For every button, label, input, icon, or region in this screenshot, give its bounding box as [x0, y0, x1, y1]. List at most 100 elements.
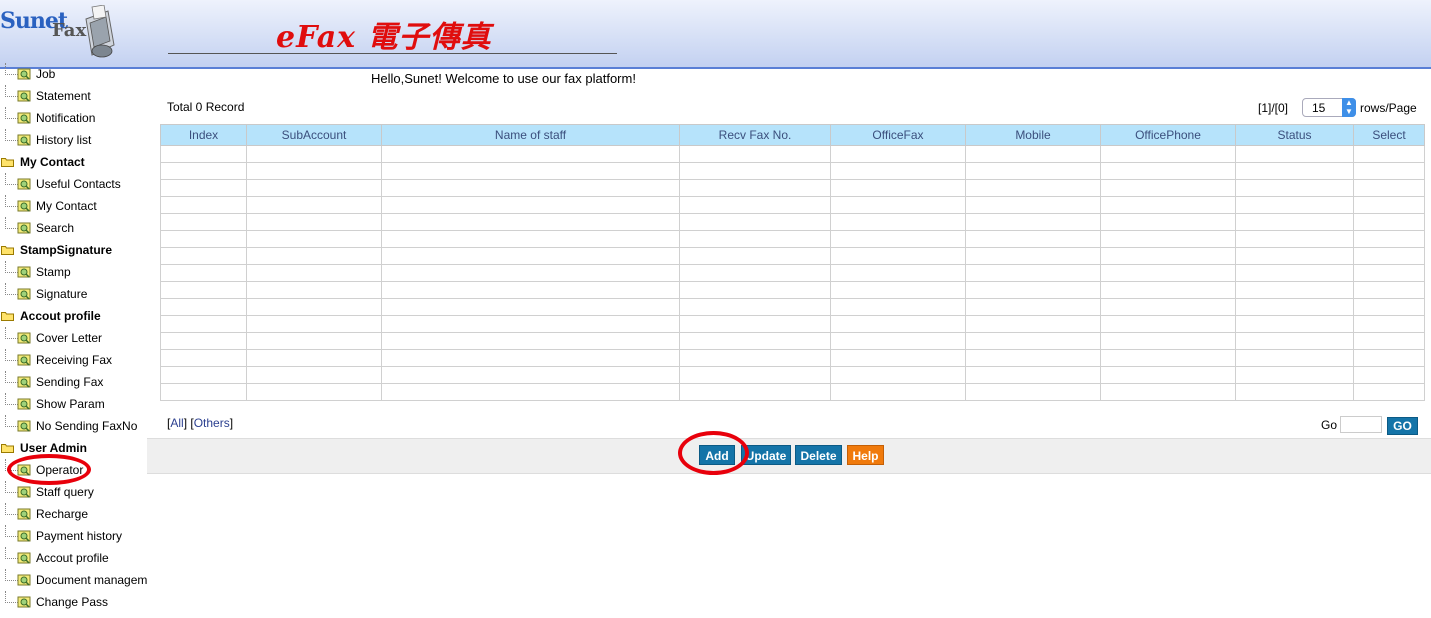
filter-all-link[interactable]: All	[170, 416, 183, 430]
sidebar-item-label: Change Pass	[36, 595, 109, 609]
table-cell	[679, 230, 831, 248]
document-search-icon	[17, 112, 31, 124]
sunetfax-logo[interactable]: Sunet Fax	[0, 0, 120, 66]
document-search-icon	[17, 134, 31, 146]
table-cell	[381, 196, 680, 214]
table-cell	[830, 247, 966, 265]
sidebar-item-label: Search	[36, 221, 75, 235]
table-cell	[1100, 230, 1236, 248]
table-cell	[965, 281, 1101, 299]
table-cell	[679, 179, 831, 197]
go-button[interactable]: GO	[1387, 417, 1418, 435]
help-button[interactable]: Help	[847, 445, 884, 465]
table-cell	[246, 281, 382, 299]
table-cell	[679, 213, 831, 231]
sidebar-item-label: Useful Contacts	[36, 177, 121, 191]
sidebar-item-label: Document managem	[36, 573, 148, 587]
sidebar-item-label: Sending Fax	[36, 375, 104, 389]
fax-machine-icon	[85, 5, 115, 58]
table-cell	[381, 264, 680, 282]
sidebar-group-label: Accout profile	[20, 309, 101, 323]
document-search-icon	[17, 530, 31, 542]
table-cell	[1353, 383, 1425, 401]
table-cell	[1100, 281, 1236, 299]
folder-icon	[1, 444, 14, 453]
table-cell	[965, 315, 1101, 333]
sidebar-item-label: Receiving Fax	[36, 353, 113, 367]
table-cell	[965, 264, 1101, 282]
table-cell	[1235, 349, 1354, 367]
table-cell	[381, 366, 680, 384]
table-cell	[1235, 145, 1354, 163]
table-cell	[965, 196, 1101, 214]
table-cell	[965, 298, 1101, 316]
sidebar-group-label: StampSignature	[20, 243, 113, 257]
table-cell	[1100, 298, 1236, 316]
table-row	[160, 332, 1425, 350]
table-cell	[381, 247, 680, 265]
table-row	[160, 349, 1425, 367]
table-cell	[246, 145, 382, 163]
go-page-input[interactable]	[1340, 416, 1382, 433]
table-cell	[381, 298, 680, 316]
folder-icon	[1, 246, 14, 255]
table-cell	[1100, 145, 1236, 163]
sidebar-item-label: Stamp	[36, 265, 71, 279]
document-search-icon	[17, 486, 31, 498]
table-cell	[1100, 264, 1236, 282]
sidebar-item-label: History list	[36, 133, 92, 147]
table-cell	[1235, 230, 1354, 248]
delete-button[interactable]: Delete	[795, 445, 842, 465]
table-cell	[1353, 162, 1425, 180]
table-cell	[381, 315, 680, 333]
table-cell	[381, 230, 680, 248]
table-cell	[830, 332, 966, 350]
staff-table: Index SubAccount Name of staff Recv Fax No.…	[160, 124, 1425, 401]
table-cell	[1353, 349, 1425, 367]
table-row	[160, 213, 1425, 231]
table-cell	[246, 179, 382, 197]
table-cell	[679, 145, 831, 163]
table-cell	[679, 264, 831, 282]
rows-per-page-select[interactable]: 15 ▲ ▼	[1302, 98, 1356, 117]
table-row	[160, 196, 1425, 214]
column-header-subaccount: SubAccount	[246, 124, 382, 146]
table-cell	[1235, 247, 1354, 265]
table-cell	[965, 145, 1101, 163]
filter-others-link[interactable]: Others	[194, 416, 230, 430]
column-header-name-of-staff: Name of staff	[381, 124, 680, 146]
table-cell	[1100, 162, 1236, 180]
table-cell	[679, 247, 831, 265]
document-search-icon	[17, 354, 31, 366]
folder-icon	[1, 312, 14, 321]
table-cell	[1235, 196, 1354, 214]
sidebar-tree: Job Statement Notification History list My C…	[0, 63, 150, 618]
table-cell	[160, 247, 247, 265]
column-header-mobile: Mobile	[965, 124, 1101, 146]
table-cell	[160, 366, 247, 384]
table-cell	[160, 230, 247, 248]
table-cell	[381, 179, 680, 197]
table-cell	[160, 264, 247, 282]
column-header-select: Select	[1353, 124, 1425, 146]
document-search-icon	[17, 376, 31, 388]
table-cell	[679, 162, 831, 180]
sidebar-item-label: Notification	[36, 111, 96, 125]
table-row	[160, 162, 1425, 180]
table-cell	[965, 162, 1101, 180]
page-indicator[interactable]: [1]/[0]	[1258, 101, 1288, 115]
table-cell	[1100, 196, 1236, 214]
table-cell	[830, 383, 966, 401]
table-cell	[381, 281, 680, 299]
sidebar-item-label: Show Param	[36, 397, 105, 411]
sidebar-item-label: Job	[36, 67, 56, 81]
table-cell	[830, 349, 966, 367]
sidebar-item-label: Recharge	[36, 507, 89, 521]
folder-icon	[1, 158, 14, 167]
table-cell	[1353, 213, 1425, 231]
page-header: Sunet Fax eFax 電子傳真	[0, 0, 1431, 69]
table-cell	[830, 298, 966, 316]
sidebar-group-label: My Contact	[20, 155, 85, 169]
table-cell	[381, 383, 680, 401]
table-cell	[160, 281, 247, 299]
